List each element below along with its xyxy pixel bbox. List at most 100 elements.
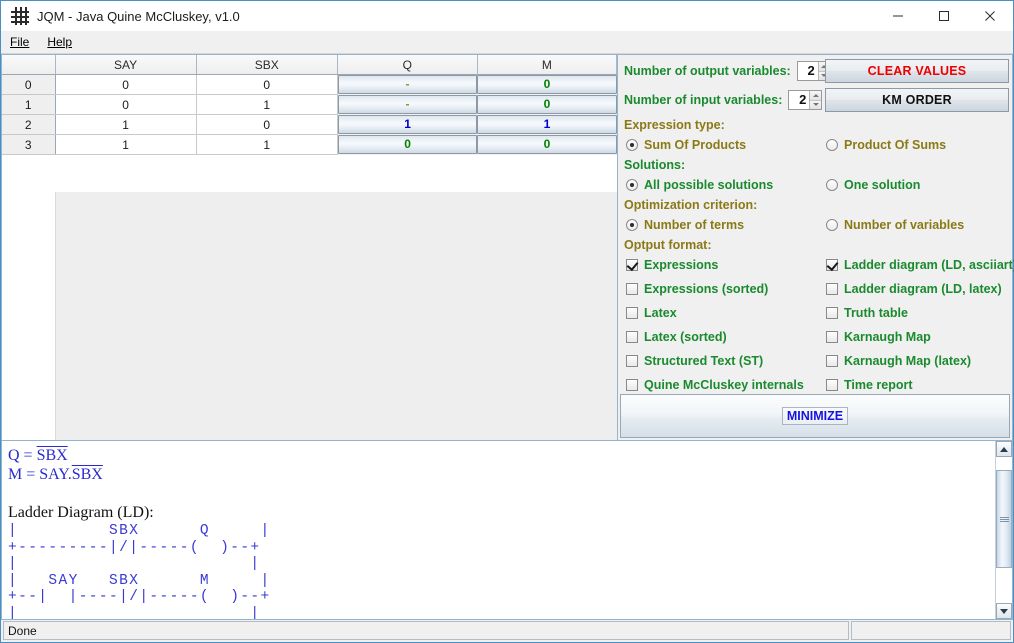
cell-m-wrap: 0	[477, 134, 617, 155]
cell-q-wrap: -	[337, 94, 478, 115]
checkbox-label: Expressions	[644, 258, 719, 272]
cell-m-wrap: 0	[477, 94, 617, 115]
menu-item-help[interactable]: Help	[38, 33, 81, 51]
input-vars-decrement-button[interactable]	[810, 100, 822, 109]
table-row: 2 1 0 1 1	[2, 114, 617, 135]
table-empty-area	[2, 192, 617, 440]
cell-q-wrap: 0	[337, 134, 478, 155]
minimize-button[interactable]: MINIMIZE	[620, 394, 1010, 438]
radio-sum-of-products[interactable]: Sum Of Products	[626, 138, 746, 152]
checkbox-indicator	[826, 259, 838, 271]
km-order-button[interactable]: KM ORDER	[825, 88, 1009, 112]
checkbox-indicator	[826, 379, 838, 391]
truth-table: SAY SBX Q M 0 0 0 - 0 1 0 1 - 0 2 1 0 1 …	[2, 55, 617, 155]
menu-file-label: File	[10, 35, 30, 49]
scroll-down-button[interactable]	[996, 603, 1012, 619]
cell-sbx[interactable]: 1	[196, 94, 338, 115]
scroll-thumb[interactable]	[996, 470, 1012, 568]
clear-values-button[interactable]: CLEAR VALUES	[825, 59, 1009, 83]
output-vars-value[interactable]: 2	[798, 62, 818, 80]
cell-m-wrap: 1	[477, 114, 617, 135]
optimization-group-label: Optimization criterion:	[624, 198, 758, 212]
output-vertical-scrollbar[interactable]	[995, 441, 1012, 619]
radio-number-of-variables[interactable]: Number of variables	[826, 218, 964, 232]
input-vars-increment-button[interactable]	[810, 91, 822, 101]
radio-all-possible-solutions[interactable]: All possible solutions	[626, 178, 773, 192]
checkbox-label: Latex	[644, 306, 677, 320]
checkbox-label: Quine McCluskey internals	[644, 378, 804, 392]
checkbox-indicator	[626, 283, 638, 295]
radio-label: Sum Of Products	[644, 138, 747, 152]
menu-item-file[interactable]: File	[1, 33, 38, 51]
column-header-m[interactable]: M	[477, 55, 617, 75]
app-window: JQM - Java Quine McCluskey, v1.0 File He…	[0, 0, 1014, 643]
table-row: 3 1 1 0 0	[2, 134, 617, 155]
cell-m-button[interactable]: 0	[477, 75, 617, 95]
cell-say[interactable]: 0	[55, 74, 197, 95]
checkbox-indicator	[626, 259, 638, 271]
radio-label: Number of terms	[644, 218, 745, 232]
checkbox-structured-text[interactable]: Structured Text (ST)	[626, 354, 763, 368]
cell-m-button[interactable]: 0	[477, 95, 617, 114]
minimize-button-label: MINIMIZE	[781, 407, 849, 425]
checkbox-indicator	[626, 355, 638, 367]
window-buttons	[875, 1, 1013, 31]
column-header-sbx[interactable]: SBX	[196, 55, 338, 75]
checkbox-truth-table[interactable]: Truth table	[826, 306, 908, 320]
scroll-track[interactable]	[996, 457, 1012, 603]
cell-q-button[interactable]: -	[337, 75, 478, 95]
input-vars-spinner[interactable]: 2	[788, 90, 823, 110]
scroll-up-button[interactable]	[996, 441, 1012, 457]
checkbox-latex-sorted[interactable]: Latex (sorted)	[626, 330, 727, 344]
checkbox-karnaugh-map-latex[interactable]: Karnaugh Map (latex)	[826, 354, 971, 368]
checkbox-latex[interactable]: Latex	[626, 306, 677, 320]
radio-label: Product Of Sums	[844, 138, 947, 152]
cell-sbx[interactable]: 1	[196, 134, 338, 155]
table-header-row: SAY SBX Q M	[2, 55, 617, 75]
radio-one-solution[interactable]: One solution	[826, 178, 920, 192]
radio-label: One solution	[844, 178, 921, 192]
radio-product-of-sums[interactable]: Product Of Sums	[826, 138, 946, 152]
checkbox-expressions[interactable]: Expressions	[626, 258, 718, 272]
radio-number-of-terms[interactable]: Number of terms	[626, 218, 744, 232]
checkbox-karnaugh-map[interactable]: Karnaugh Map	[826, 330, 931, 344]
cell-sbx[interactable]: 0	[196, 114, 338, 135]
close-window-button[interactable]	[967, 1, 1013, 31]
checkbox-label: Karnaugh Map (latex)	[844, 354, 972, 368]
cell-q-wrap: -	[337, 74, 478, 95]
minimize-window-button[interactable]	[875, 1, 921, 31]
checkbox-time-report[interactable]: Time report	[826, 378, 913, 392]
radio-indicator	[626, 139, 638, 151]
cell-q-button[interactable]: 1	[337, 115, 478, 134]
checkbox-expressions-sorted[interactable]: Expressions (sorted)	[626, 282, 768, 296]
output-text[interactable]: Q = SBX M = SAY.SBX Ladder Diagram (LD):…	[2, 441, 995, 619]
column-header-q[interactable]: Q	[337, 55, 478, 75]
expression-type-group-label: Expression type:	[624, 118, 725, 132]
checkbox-indicator	[826, 307, 838, 319]
row-index: 3	[2, 134, 56, 155]
cell-say[interactable]: 0	[55, 94, 197, 115]
checkbox-ladder-diagram-asciiart[interactable]: Ladder diagram (LD, asciiart)	[826, 258, 1014, 272]
checkbox-label: Ladder diagram (LD, latex)	[844, 282, 1002, 296]
column-header-say[interactable]: SAY	[55, 55, 197, 75]
checkbox-quine-mccluskey-internals[interactable]: Quine McCluskey internals	[626, 378, 804, 392]
menu-help-label: Help	[47, 35, 73, 49]
cell-q-button[interactable]: -	[337, 95, 478, 114]
grid-icon	[11, 7, 29, 25]
control-panel: Number of output variables: 2 Number of …	[617, 54, 1014, 441]
cell-say[interactable]: 1	[55, 134, 197, 155]
input-vars-value[interactable]: 2	[789, 91, 809, 109]
radio-indicator	[826, 219, 838, 231]
checkbox-indicator	[626, 379, 638, 391]
maximize-window-button[interactable]	[921, 1, 967, 31]
cell-q-button[interactable]: 0	[337, 135, 478, 154]
checkbox-indicator	[826, 355, 838, 367]
checkbox-label: Expressions (sorted)	[644, 282, 769, 296]
cell-m-button[interactable]: 1	[477, 115, 617, 134]
ladder-diagram-ascii: | SBX Q | +---------|/|-----( )--+ | | |…	[8, 523, 271, 619]
cell-m-button[interactable]: 0	[477, 135, 617, 154]
radio-indicator	[626, 179, 638, 191]
checkbox-ladder-diagram-latex[interactable]: Ladder diagram (LD, latex)	[826, 282, 1002, 296]
cell-say[interactable]: 1	[55, 114, 197, 135]
cell-sbx[interactable]: 0	[196, 74, 338, 95]
